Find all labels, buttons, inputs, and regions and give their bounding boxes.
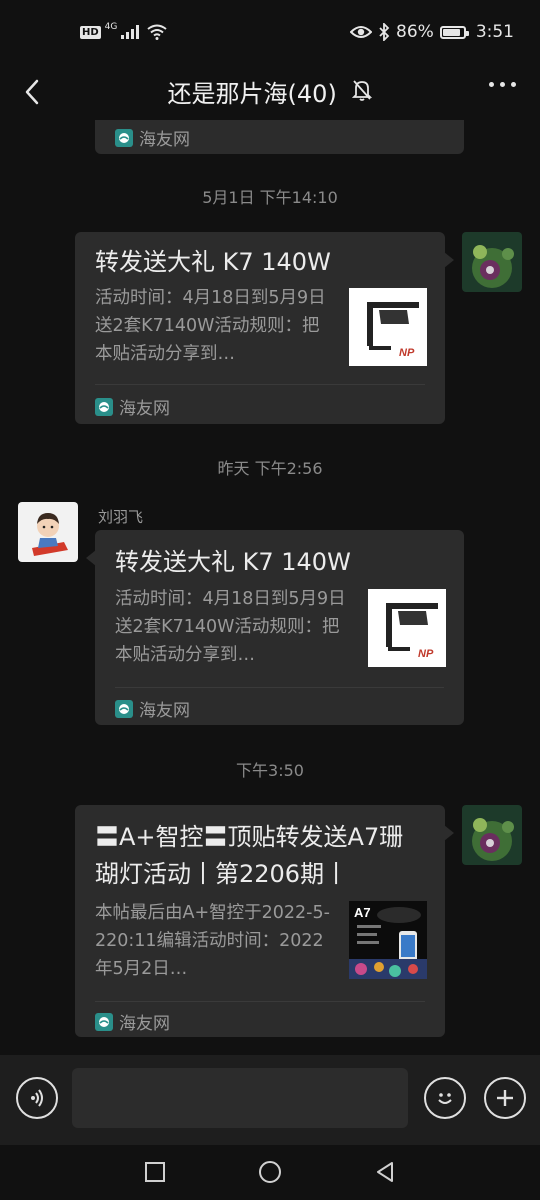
status-bar: HD 4G 86% 3:51: [0, 0, 540, 64]
haiyou-logo-icon: [95, 397, 113, 416]
card-desc: 本帖最后由A+智控于2022-5-220:11编辑活动时间：2022年5月2日…: [95, 903, 330, 979]
timestamp: 昨天 下午2:56: [217, 459, 323, 478]
card-source-name: 海友网: [119, 1014, 170, 1034]
thumb-logo: NP: [399, 347, 415, 359]
chat-title: 还是那片海(40): [167, 80, 337, 108]
message-input[interactable]: [72, 1068, 408, 1128]
card-source: 海友网: [95, 1009, 170, 1034]
bluetooth-icon: [379, 23, 390, 41]
card-source-name: 海友网: [139, 701, 190, 721]
card-source: 海友网: [95, 394, 170, 419]
card-title: 转发送大礼 K7 140W: [115, 548, 351, 576]
card-source-name: 海友网: [139, 130, 190, 150]
card-source: 海友网: [115, 125, 190, 150]
battery-level: [442, 28, 460, 36]
wifi-icon: [147, 24, 167, 40]
network-type: 4G: [104, 22, 118, 32]
emoji-button[interactable]: [424, 1077, 466, 1119]
card-source: 海友网: [115, 696, 190, 721]
link-card[interactable]: 转发送大礼 K7 140W 活动时间：4月18日到5月9日送2套K7140W活动…: [86, 530, 464, 725]
card-title: 转发送大礼 K7 140W: [95, 248, 331, 276]
card-thumbnail: NP: [368, 589, 446, 667]
more-dot: [511, 82, 516, 87]
card-thumbnail: NP: [349, 288, 427, 366]
plus-icon: [497, 1090, 513, 1106]
link-card[interactable]: 转发送大礼 K7 140W 活动时间：4月18日到5月9日送2套K7140W活动…: [75, 232, 454, 424]
signal-icon: [121, 25, 140, 39]
emoji-icon: [438, 1093, 452, 1104]
battery-percent: 86%: [396, 22, 434, 42]
my-avatar[interactable]: [462, 232, 522, 292]
timestamp: 下午3:50: [236, 761, 304, 780]
chat-header: 还是那片海(40): [0, 64, 540, 120]
battery-icon: [439, 25, 469, 39]
card-divider: [95, 384, 425, 385]
status-right: 86% 3:51: [350, 22, 514, 42]
chat-title-wrap: 还是那片海(40): [0, 74, 540, 109]
card-divider: [95, 1001, 425, 1002]
voice-icon: [31, 1089, 43, 1107]
more-button[interactable]: [489, 82, 516, 87]
system-navigation: [0, 1145, 540, 1200]
chat-messages[interactable]: 海友网 5月1日 下午14:10 转发送大礼 K7 140W 活动时间：4月18…: [0, 120, 540, 1055]
recent-apps-button[interactable]: [142, 1159, 168, 1185]
my-avatar[interactable]: [462, 805, 522, 865]
mute-bell-icon: [352, 79, 373, 107]
haiyou-logo-icon: [115, 699, 133, 718]
more-dot: [489, 82, 494, 87]
card-source-name: 海友网: [119, 399, 170, 419]
recent-apps-icon: [145, 1162, 165, 1182]
more-dot: [500, 82, 505, 87]
thumb-logo: NP: [418, 648, 434, 660]
card-desc: 活动时间：4月18日到5月9日送2套K7140W活动规则：把本贴活动分享到…: [95, 288, 326, 364]
haiyou-logo-icon: [115, 128, 133, 147]
status-left: HD 4G: [80, 22, 167, 40]
link-card[interactable]: 〓A+智控〓顶贴转发送A7珊瑚灯活动丨第2206期丨 本帖最后由A+智控于202…: [75, 805, 454, 1037]
timestamp: 5月1日 下午14:10: [202, 188, 338, 207]
sender-name: 刘羽飞: [98, 508, 144, 526]
sender-avatar[interactable]: [18, 502, 78, 562]
home-icon: [259, 1161, 281, 1183]
card-divider: [115, 687, 444, 688]
thumb-label: A7: [354, 905, 371, 920]
clock: 3:51: [475, 22, 514, 42]
partial-link-card[interactable]: 海友网: [95, 120, 464, 154]
haiyou-logo-icon: [95, 1012, 113, 1031]
home-button[interactable]: [257, 1159, 283, 1185]
back-nav-button[interactable]: [372, 1159, 398, 1185]
plus-button[interactable]: [484, 1077, 526, 1119]
input-bar: [0, 1055, 540, 1145]
card-desc: 活动时间：4月18日到5月9日送2套K7140W活动规则：把本贴活动分享到…: [115, 589, 346, 665]
eye-icon: [350, 26, 373, 38]
voice-button[interactable]: [16, 1077, 58, 1119]
card-thumbnail: A7: [349, 901, 427, 979]
back-icon: [377, 1162, 393, 1182]
card-title: 〓A+智控〓顶贴转发送A7珊瑚灯活动丨第2206期丨: [95, 823, 404, 888]
hd-badge: HD: [80, 25, 101, 39]
